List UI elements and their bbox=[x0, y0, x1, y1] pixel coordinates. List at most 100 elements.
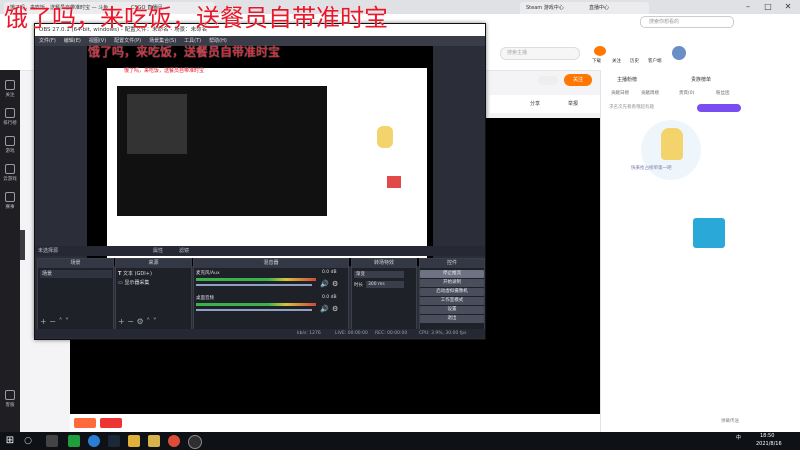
rank-icon bbox=[5, 108, 15, 118]
rank-hint: 求名次先看看哦超有趣 bbox=[609, 105, 654, 110]
gift-icon[interactable] bbox=[100, 418, 122, 428]
stream-caption: 饿了吗，来吃饭，送餐员自带准时宝 bbox=[4, 4, 388, 32]
rail-item-game[interactable]: 游戏 bbox=[0, 136, 20, 154]
cloud-icon bbox=[5, 164, 15, 174]
scene-item[interactable]: 场景 bbox=[40, 270, 112, 278]
rail-item-cloud[interactable]: 云游戏 bbox=[0, 164, 20, 182]
source-item[interactable]: T 文本 (GDI+) bbox=[118, 270, 188, 278]
taskview-icon[interactable] bbox=[46, 435, 58, 447]
virtual-camera-button[interactable]: 启动虚拟摄像机 bbox=[420, 288, 484, 296]
gear-icon[interactable]: ⚙ bbox=[332, 280, 338, 288]
steam-icon[interactable] bbox=[108, 435, 120, 447]
source-item[interactable]: ▭ 显示器采集 bbox=[118, 279, 188, 287]
folder-icon[interactable] bbox=[128, 435, 140, 447]
rail-item-rank[interactable]: 排行榜 bbox=[0, 108, 20, 126]
nested-rank-panel bbox=[345, 96, 415, 236]
mascot-icon bbox=[661, 128, 683, 160]
settings-button[interactable]: 设置 bbox=[420, 306, 484, 314]
follow-button[interactable]: 关注 bbox=[564, 74, 592, 86]
nav-download[interactable]: 下载 bbox=[592, 58, 601, 64]
minimize-icon[interactable]: – bbox=[740, 0, 756, 14]
nav-history[interactable]: 历史 bbox=[630, 58, 639, 64]
tab-live-center[interactable]: 直播中心 bbox=[583, 2, 649, 14]
properties-button[interactable]: 属性 bbox=[153, 246, 163, 256]
add-scene-icon[interactable]: + − ˄ ˅ bbox=[40, 317, 69, 326]
transition-select[interactable]: 渐变 bbox=[354, 271, 404, 278]
studio-mode-button[interactable]: 工作室模式 bbox=[420, 297, 484, 305]
explorer-icon[interactable] bbox=[68, 435, 80, 447]
audio-meter bbox=[196, 278, 316, 281]
subtab-week[interactable]: 贡献周榜 bbox=[641, 90, 659, 96]
danmaku-transfer[interactable]: 弹幕传送 bbox=[721, 418, 739, 424]
gift-icon[interactable] bbox=[74, 418, 96, 428]
stream-caption-nested: 饿了吗，来吃饭，送餐员自带准时宝 bbox=[88, 45, 281, 59]
volume-slider[interactable] bbox=[196, 284, 312, 286]
stream-caption-nested-2: 饿了吗，来吃饭，送餐员自带准时宝 bbox=[124, 68, 205, 74]
site-search-input[interactable]: 搜索主播 bbox=[500, 47, 580, 60]
chrome-icon[interactable] bbox=[168, 435, 180, 447]
monitor-icon: ▭ bbox=[118, 280, 123, 286]
subtab-fans[interactable]: 粉丝团 bbox=[716, 90, 730, 96]
player-toolbar: 分享 举报 bbox=[490, 95, 600, 113]
nested-obs-preview bbox=[127, 94, 187, 154]
exit-button[interactable]: 退出 bbox=[420, 315, 484, 323]
obs-source-toolbar: 未选择源 属性 滤镜 bbox=[35, 246, 485, 256]
tab-anchor-rank[interactable]: 主播粉榜 bbox=[617, 76, 637, 83]
filters-button[interactable]: 滤镜 bbox=[179, 246, 189, 256]
clock-date[interactable]: 2021/8/16 bbox=[756, 441, 782, 447]
subtab-vip[interactable]: 贵宾(0) bbox=[679, 90, 694, 96]
close-icon[interactable]: ✕ bbox=[780, 0, 796, 14]
windows-icon[interactable]: ⊞ bbox=[4, 435, 16, 447]
trophy-icon bbox=[5, 192, 15, 202]
obs-window: OBS 27.0.1 (64-bit, windows) - 配置文件：未命名 … bbox=[34, 23, 486, 340]
volume-slider[interactable] bbox=[196, 309, 312, 311]
ime-indicator[interactable]: 中 bbox=[736, 434, 741, 441]
game-promo-icon[interactable] bbox=[693, 218, 725, 248]
duration-input[interactable]: 300 ms bbox=[366, 281, 404, 288]
menu-file[interactable]: 文件(F) bbox=[39, 38, 56, 44]
avatar[interactable] bbox=[672, 46, 686, 60]
subtab-day[interactable]: 贡献日榜 bbox=[611, 90, 629, 96]
gear-icon[interactable]: ⚙ bbox=[332, 305, 338, 313]
rank-empty-text: 快来抢占榜单第一吧 bbox=[631, 166, 672, 171]
menu-edit[interactable]: 编辑(E) bbox=[64, 38, 81, 44]
left-rail: 关注 排行榜 游戏 云游戏 赛事 客服 bbox=[0, 70, 20, 432]
maximize-icon[interactable]: □ bbox=[760, 0, 776, 14]
gift-bar bbox=[70, 414, 600, 432]
game-icon bbox=[5, 136, 15, 146]
nav-client[interactable]: 客户端 bbox=[648, 58, 662, 64]
clock-time[interactable]: 18:50 bbox=[760, 433, 774, 439]
report-button[interactable]: 举报 bbox=[568, 100, 578, 107]
nav-follow[interactable]: 关注 bbox=[612, 58, 621, 64]
text-source-icon: T bbox=[118, 271, 122, 277]
rank-panel: 主播粉榜 贵族榜单 贡献日榜 贡献周榜 贵宾(0) 粉丝团 求名次先看看哦超有趣… bbox=[600, 70, 800, 432]
heart-icon bbox=[5, 80, 15, 90]
edge-icon[interactable] bbox=[88, 435, 100, 447]
obs-icon[interactable] bbox=[188, 435, 202, 449]
download-icon[interactable] bbox=[594, 46, 606, 56]
start-recording-button[interactable]: 开始录制 bbox=[420, 279, 484, 287]
tab-steam[interactable]: Steam 游戏中心 bbox=[520, 2, 586, 14]
nested-gift-icon bbox=[387, 176, 401, 188]
folder-icon[interactable] bbox=[148, 435, 160, 447]
sources-panel: 来源 T 文本 (GDI+) ▭ 显示器采集 + − ⚙ ˄ ˅ bbox=[115, 258, 192, 330]
tab-noble-rank[interactable]: 贵族榜单 bbox=[691, 76, 711, 83]
mixer-panel: 混音器 麦克风/Aux 0.0 dB 🔊 ⚙ 桌面音频 0.0 dB 🔊 ⚙ bbox=[193, 258, 349, 330]
rank-badge[interactable] bbox=[697, 104, 741, 112]
rail-item-trophy[interactable]: 赛事 bbox=[0, 192, 20, 210]
obs-preview[interactable] bbox=[87, 46, 433, 266]
add-source-icon[interactable]: + − ⚙ ˄ ˅ bbox=[118, 317, 157, 326]
stop-streaming-button[interactable]: 停止推流 bbox=[420, 270, 484, 278]
browser-search-input[interactable]: 搜索你想看的 bbox=[640, 16, 734, 28]
taskbar: ⊞ ○ 中 18:50 2021/8/16 bbox=[0, 432, 800, 450]
speaker-icon[interactable]: 🔊 bbox=[320, 305, 329, 313]
speaker-icon[interactable]: 🔊 bbox=[320, 280, 329, 288]
rail-item-follow[interactable]: 关注 bbox=[0, 80, 20, 98]
service-icon bbox=[5, 390, 15, 400]
search-icon[interactable]: ○ bbox=[22, 435, 34, 447]
rail-item-service[interactable]: 客服 bbox=[0, 390, 20, 408]
share-button[interactable]: 分享 bbox=[530, 100, 540, 107]
rail-collapse-handle[interactable] bbox=[20, 230, 25, 260]
audio-meter bbox=[196, 303, 316, 306]
toggle-switch[interactable] bbox=[538, 76, 558, 85]
